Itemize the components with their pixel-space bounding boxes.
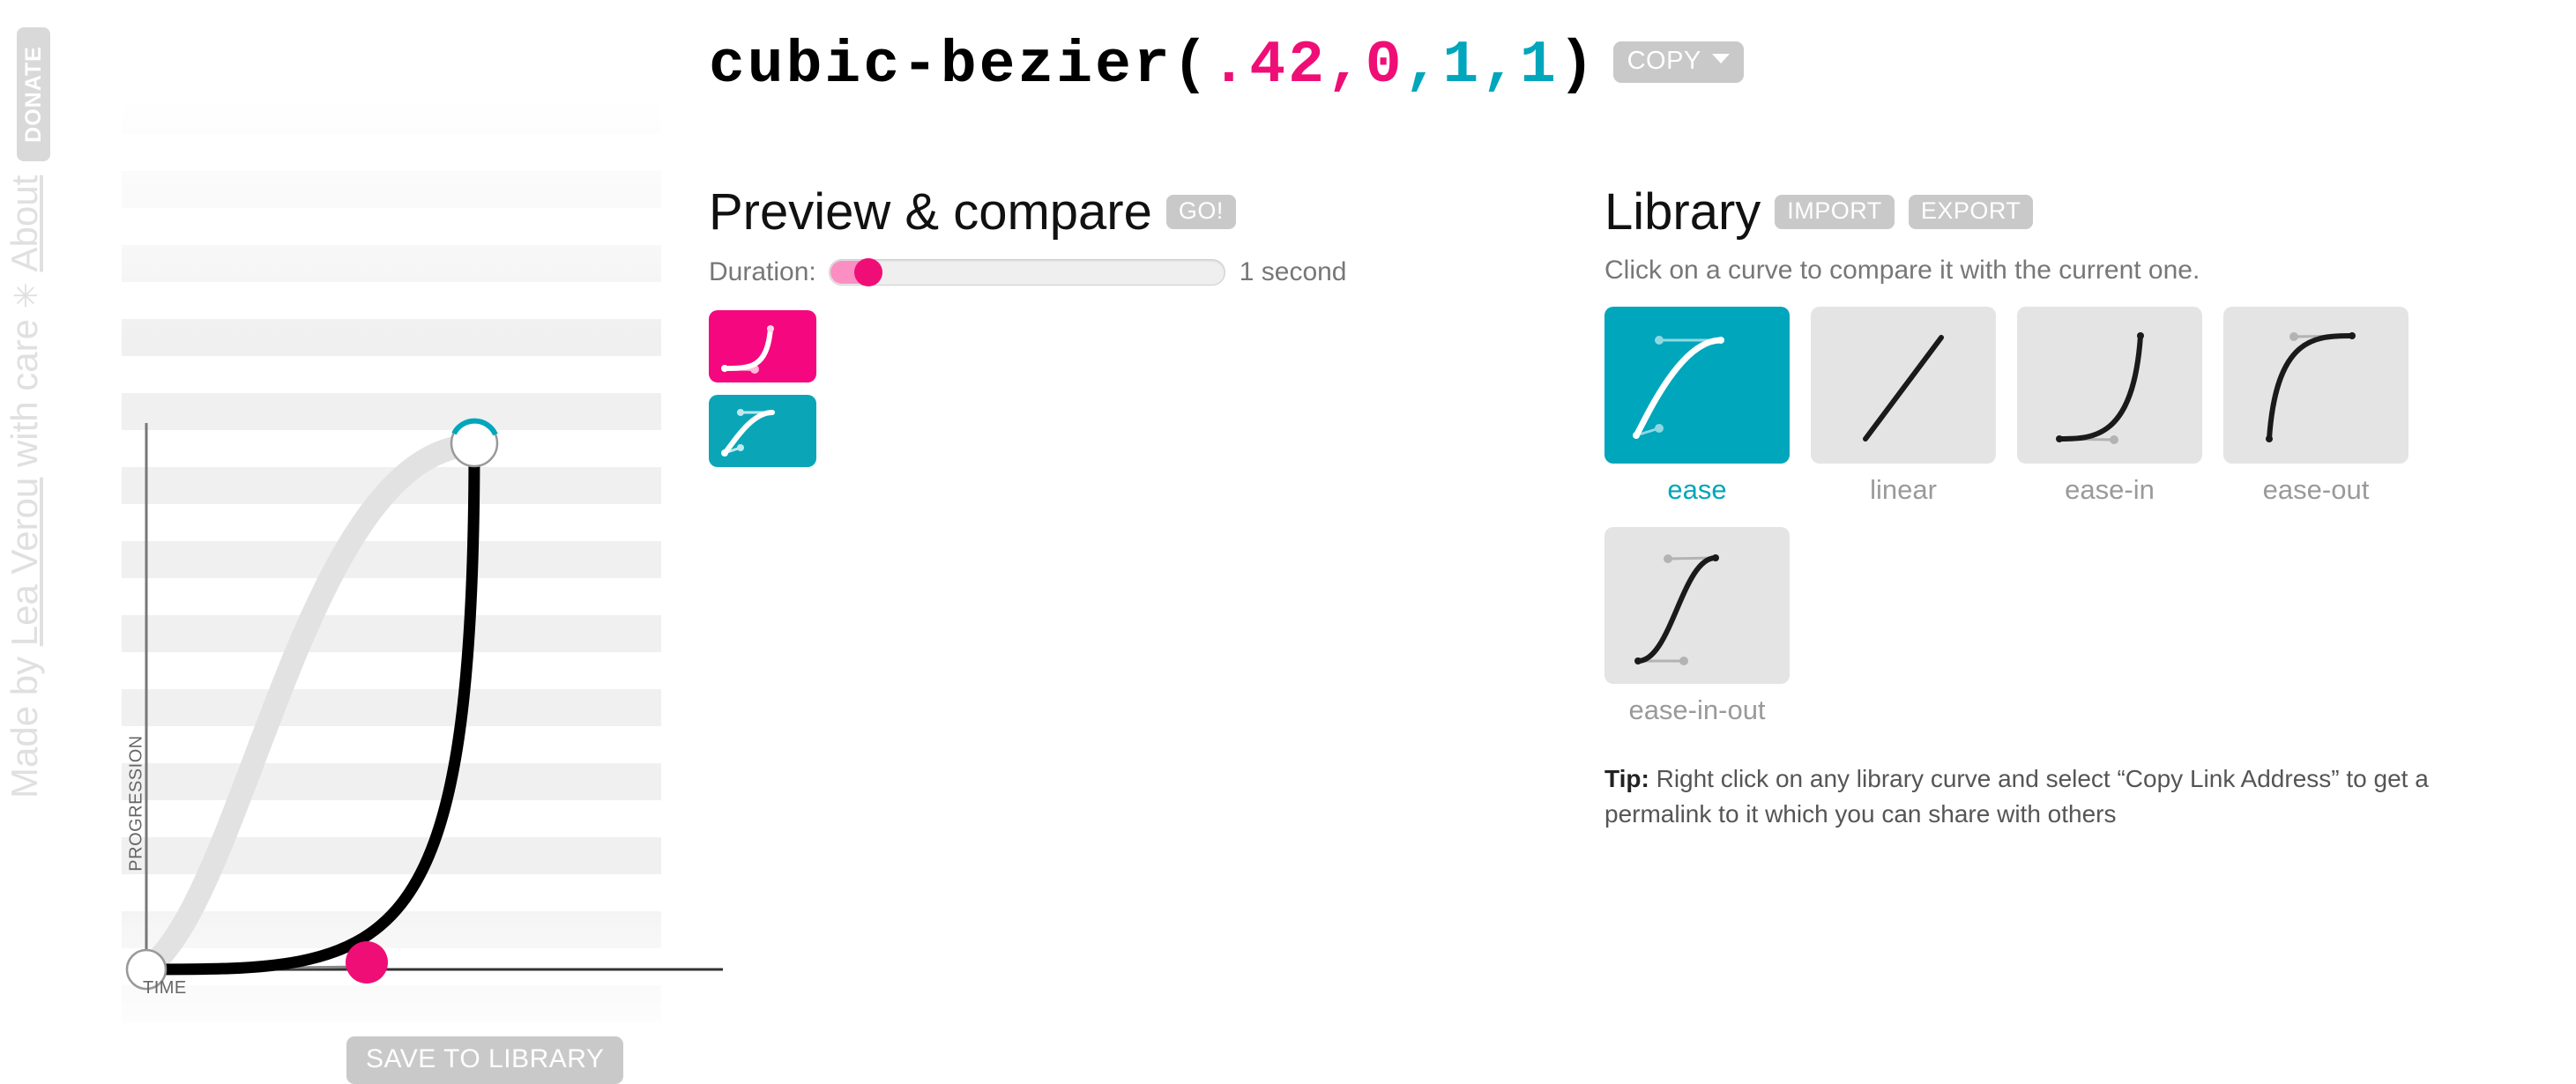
copy-label: COPY (1627, 47, 1701, 75)
duration-value: 1 second (1239, 257, 1347, 286)
comma-3: , (1481, 32, 1520, 100)
bezier-curve-editor[interactable]: PROGRESSION TIME SAVE TO LIBRARY (122, 97, 723, 1084)
library-tip: Tip: Right click on any library curve an… (1604, 761, 2477, 833)
credit-prefix: Made by (4, 646, 45, 798)
duration-row: Duration: 1 second (709, 257, 1502, 287)
library-label-ease-out: ease-out (2262, 473, 2370, 505)
library-subtitle: Click on a curve to compare it with the … (1604, 256, 2200, 285)
library-item-linear[interactable]: linear (1811, 306, 1996, 506)
value-x2[interactable]: 1 (1442, 32, 1481, 100)
left-rail: DONATE Made by Lea Verou with care ✳ Abo… (0, 0, 58, 1051)
current-curve-preview-glyph (721, 325, 774, 374)
tip-bold: Tip: (1604, 764, 1649, 792)
library-thumb-ease[interactable] (1604, 306, 1790, 464)
comparison-curve-path (135, 434, 486, 981)
library-item-ease-out[interactable]: ease-out (2223, 306, 2408, 506)
library-label-linear: linear (1870, 473, 1937, 505)
comma-1: , (1326, 32, 1366, 100)
cubic-bezier-expression: cubic-bezier(.42,0,1,1) COPY (709, 32, 1744, 100)
lea-verou-link[interactable]: Lea Verou (4, 478, 45, 647)
chevron-down-icon[interactable] (1711, 54, 1730, 63)
comparison-curve-preview-glyph (721, 409, 775, 457)
value-y2[interactable]: 1 (1520, 32, 1559, 100)
duration-slider-thumb[interactable] (853, 258, 882, 286)
value-y1[interactable]: 0 (1366, 32, 1404, 100)
tip-text: Right click on any library curve and sel… (1604, 764, 2429, 828)
about-link[interactable]: About (4, 175, 45, 272)
library-thumb-linear[interactable] (1811, 306, 1996, 464)
x-axis-label: TIME (143, 978, 187, 998)
library-thumb-ease-in[interactable] (2017, 306, 2202, 464)
library-label-ease-in-out: ease-in-out (1628, 694, 1766, 725)
library-title: Library IMPORT EXPORT (1604, 187, 2548, 238)
library-item-ease[interactable]: ease (1604, 306, 1790, 506)
comma-2: , (1403, 32, 1443, 100)
linear-curve-glyph (1863, 334, 1944, 442)
library-title-text: Library (1604, 183, 1761, 241)
curve-canvas[interactable] (69, 79, 739, 1066)
library-item-ease-in-out[interactable]: ease-in-out (1604, 526, 1790, 726)
save-to-library-button[interactable]: SAVE TO LIBRARY (346, 1036, 624, 1084)
export-button[interactable]: EXPORT (1908, 195, 2034, 229)
save-to-library-label: SAVE TO LIBRARY (366, 1044, 605, 1073)
library-section: Library IMPORT EXPORT Click on a curve to … (1604, 187, 2548, 833)
donate-label: DONATE (21, 46, 46, 143)
preview-swatches (709, 310, 1502, 467)
flower-icon: ✳ (8, 282, 44, 309)
library-thumb-ease-out[interactable] (2223, 306, 2408, 464)
ease-in-curve-glyph (2056, 331, 2144, 444)
credit-suffix: with care (4, 308, 45, 478)
library-item-ease-in[interactable]: ease-in (2017, 306, 2202, 506)
current-curve-preview[interactable] (709, 310, 816, 382)
duration-slider[interactable] (828, 258, 1225, 286)
preview-title-text: Preview & compare (709, 183, 1152, 241)
value-x1[interactable]: .42 (1211, 32, 1327, 100)
duration-label: Duration: (709, 257, 816, 286)
p1-control-point[interactable] (346, 941, 388, 984)
donate-button[interactable]: DONATE (17, 27, 50, 161)
comparison-curve-preview[interactable] (709, 395, 816, 467)
go-button[interactable]: GO! (1165, 195, 1236, 229)
y-axis-label: PROGRESSION (126, 735, 146, 872)
site-credit: Made by Lea Verou with care ✳ About (2, 175, 48, 798)
import-button[interactable]: IMPORT (1775, 195, 1895, 229)
ease-out-curve-glyph (2266, 331, 2356, 442)
ease-in-out-curve-glyph (1634, 553, 1719, 665)
preview-title: Preview & compare GO! (709, 187, 1502, 238)
func-close: ) (1558, 32, 1597, 100)
preview-compare-section: Preview & compare GO! Duration: 1 second (709, 187, 1502, 479)
ease-curve-glyph (1633, 335, 1724, 439)
library-label-ease: ease (1667, 473, 1727, 505)
copy-button[interactable]: COPY (1612, 41, 1744, 83)
library-grid: ease linear ease-in ease-out ease-in-out (1604, 306, 2495, 726)
func-open: cubic-bezier( (709, 32, 1211, 100)
library-label-ease-in: ease-in (2065, 473, 2155, 505)
library-thumb-ease-in-out[interactable] (1604, 526, 1790, 684)
